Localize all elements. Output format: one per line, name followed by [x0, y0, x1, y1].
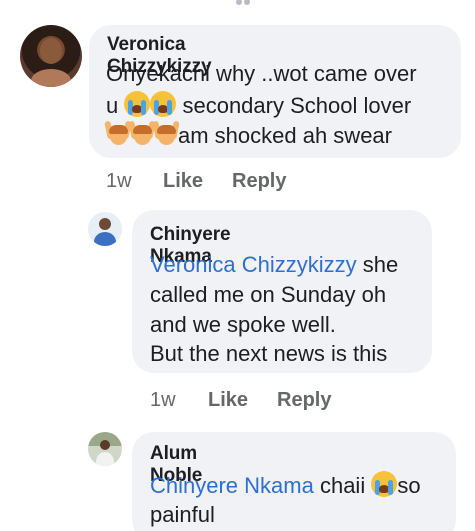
mention-link[interactable]: Veronica Chizzykizzy [150, 252, 357, 277]
crying-face-emoji [150, 91, 177, 117]
reply-button[interactable]: Reply [277, 389, 331, 412]
profile-photo-icon [94, 218, 116, 246]
like-button[interactable]: Like [163, 170, 203, 193]
comment-text-line: Chinyere Nkama chaii so [150, 471, 421, 498]
comment-text-line: u secondary School lover [106, 91, 412, 118]
comment-text-line: Veronica Chizzykizzy she [150, 252, 399, 277]
like-button[interactable]: Like [208, 389, 248, 412]
comment-text-line: am shocked ah swear [104, 120, 392, 149]
comment-text-line: called me on Sunday oh [150, 282, 387, 307]
reply-button[interactable]: Reply [232, 170, 286, 193]
comment-text-line: Onyekachi why ..wot came over [106, 61, 417, 86]
timestamp[interactable]: 1w [106, 170, 132, 193]
timestamp[interactable]: 1w [150, 389, 176, 412]
mention-link[interactable]: Chinyere Nkama [150, 473, 314, 498]
avatar[interactable] [88, 212, 122, 246]
raising-hands-emoji [152, 120, 180, 147]
raising-hands-emoji [128, 120, 156, 147]
raising-hands-emoji [104, 120, 132, 147]
avatar[interactable] [88, 432, 122, 466]
profile-photo-icon [88, 432, 122, 466]
avatar[interactable] [20, 25, 82, 87]
crying-face-emoji [371, 471, 398, 497]
comment-text-line: painful [150, 502, 215, 527]
crying-face-emoji [124, 91, 151, 117]
clipped-content-above [236, 0, 266, 5]
comment-text-line: But the next news is this [150, 341, 388, 366]
profile-photo-icon [31, 38, 71, 87]
comment-text-line: and we spoke well. [150, 312, 336, 337]
